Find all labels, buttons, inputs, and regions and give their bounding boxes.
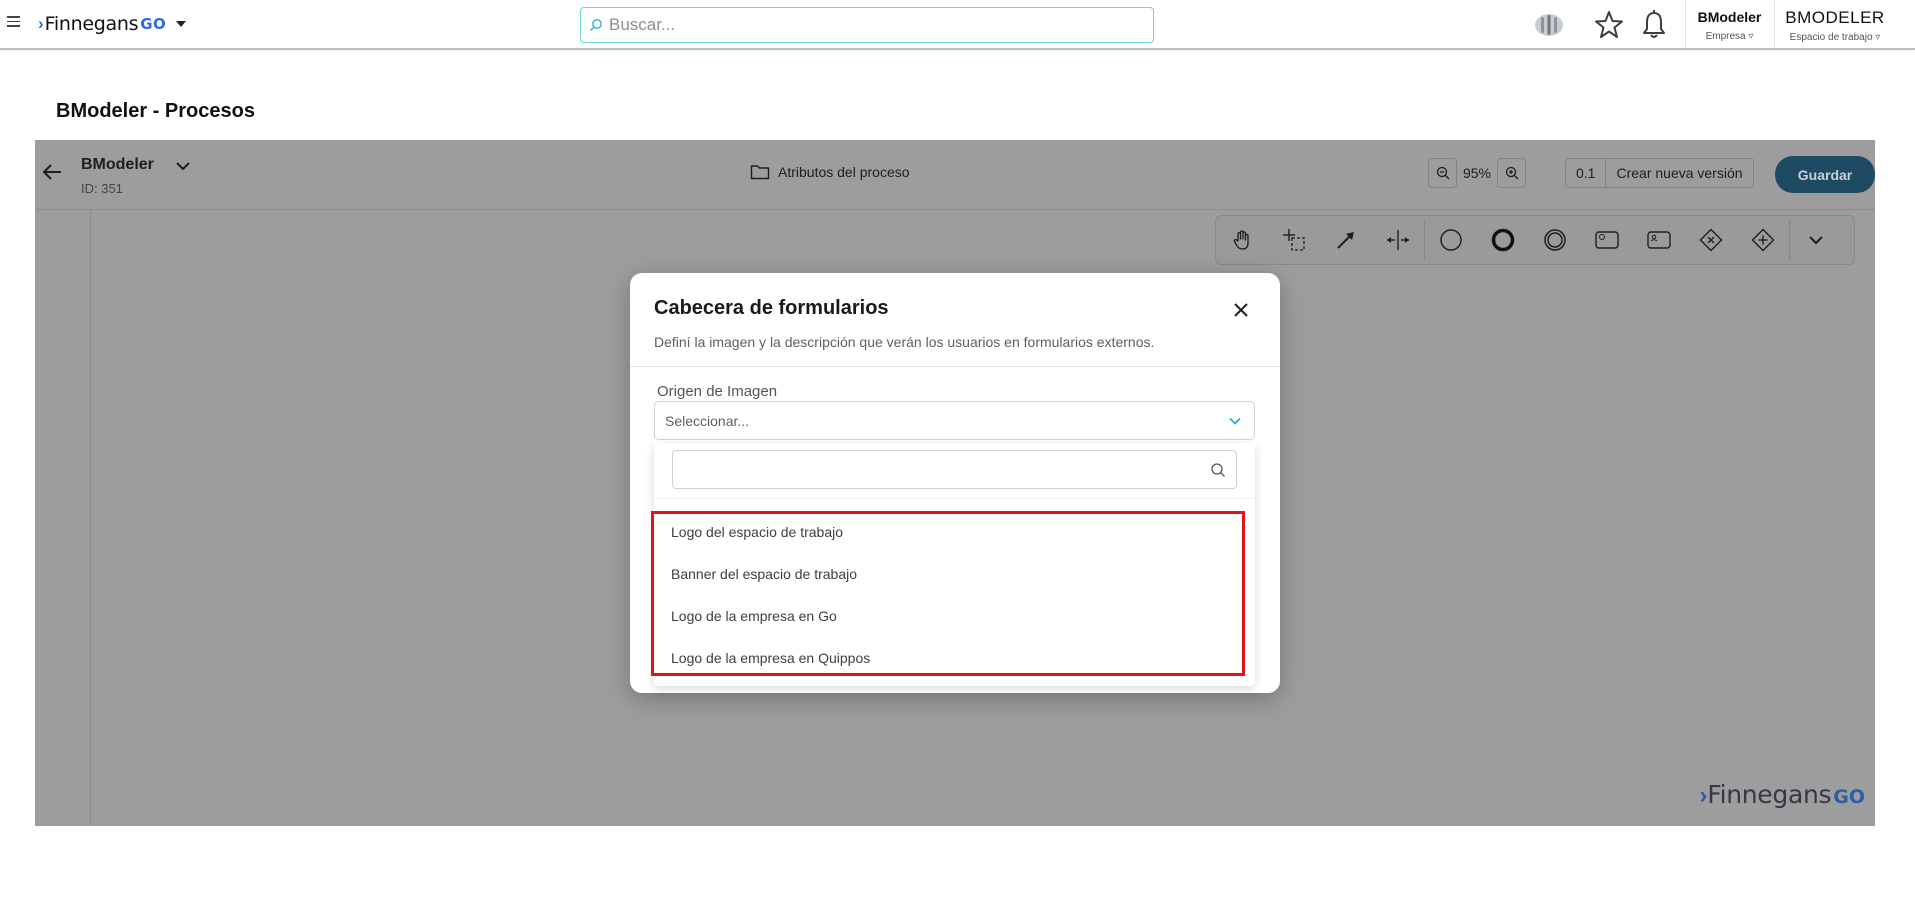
connect-arrow-icon[interactable]: [1320, 215, 1372, 265]
app-switcher-icon[interactable]: [1532, 8, 1566, 42]
image-source-select[interactable]: Seleccionar...: [654, 401, 1255, 440]
company-caret-icon: ▿: [1748, 31, 1754, 42]
watermark-chevron-icon: ›: [1699, 782, 1708, 809]
options-highlight-box: [651, 511, 1245, 676]
space-tool-icon[interactable]: [1372, 215, 1424, 265]
folder-icon: [750, 165, 770, 180]
zoom-out-button[interactable]: [1428, 158, 1457, 188]
modal-subtitle: Definí la imagen y la descripción que ve…: [654, 334, 1155, 350]
favorites-star-icon[interactable]: [1593, 8, 1625, 42]
modal-divider: [630, 366, 1280, 367]
back-arrow-icon[interactable]: [41, 162, 63, 182]
company-selector[interactable]: BModeler Empresa ▿: [1685, 0, 1773, 48]
canvas-left-rail: [90, 210, 91, 826]
hand-tool-icon[interactable]: [1216, 215, 1268, 265]
top-bar: › Finnegans GO Buscar... BModeler Empres…: [0, 0, 1915, 50]
notifications-bell-icon[interactable]: [1640, 8, 1668, 42]
workspace-selector[interactable]: BMODELER Espacio de trabajo ▿: [1774, 0, 1895, 48]
save-button[interactable]: Guardar: [1775, 156, 1875, 193]
search-icon: [1211, 463, 1225, 477]
dropdown-search-input[interactable]: [672, 450, 1237, 489]
brand-suffix: GO: [140, 15, 167, 33]
brand-logo[interactable]: › Finnegans GO: [38, 12, 187, 36]
company-name: BModeler: [1697, 9, 1762, 25]
image-source-select-value: Seleccionar...: [665, 412, 750, 429]
process-attributes-label: Atributos del proceso: [778, 164, 910, 180]
version-control[interactable]: 0.1 Crear nueva versión: [1565, 158, 1754, 188]
brand-menu-caret-icon[interactable]: [176, 21, 187, 27]
search-icon: [590, 19, 602, 31]
watermark-name: Finnegans: [1707, 780, 1832, 809]
workspace-label: Espacio de trabajo: [1789, 32, 1873, 43]
zoom-out-icon: [1436, 166, 1449, 180]
global-search-input[interactable]: Buscar...: [580, 7, 1154, 43]
modal-title: Cabecera de formularios: [654, 297, 889, 319]
zoom-level: 95%: [1462, 165, 1492, 181]
lasso-tool-icon[interactable]: [1268, 215, 1320, 265]
zoom-in-icon: [1505, 166, 1518, 180]
dropdown-divider: [654, 498, 1255, 499]
intermediate-event-icon[interactable]: [1529, 215, 1581, 265]
brand-name: Finnegans: [44, 13, 139, 35]
brand-chevron-icon: ›: [38, 14, 44, 33]
finnegans-watermark-logo: › Finnegans GO: [1699, 780, 1865, 810]
company-label: Empresa: [1705, 31, 1746, 42]
editor-header: BModeler ID: 351 Atributos del proceso 9…: [35, 140, 1875, 210]
process-id: ID: 351: [81, 181, 123, 196]
close-icon[interactable]: [1232, 301, 1250, 319]
expand-icon[interactable]: [1790, 215, 1842, 265]
page-title: BModeler - Procesos: [56, 100, 255, 122]
start-event-icon[interactable]: [1425, 215, 1477, 265]
new-version-button[interactable]: Crear nueva versión: [1606, 165, 1752, 181]
end-event-icon[interactable]: [1477, 215, 1529, 265]
watermark-suffix: GO: [1833, 786, 1865, 808]
exclusive-gateway-icon[interactable]: [1685, 215, 1737, 265]
parallel-gateway-icon[interactable]: [1737, 215, 1789, 265]
zoom-in-button[interactable]: [1497, 158, 1526, 188]
version-number: 0.1: [1566, 159, 1607, 187]
process-name: BModeler: [81, 156, 154, 173]
zoom-controls: 95%: [1428, 157, 1526, 189]
chevron-down-icon: [1229, 417, 1241, 425]
workspace-name: BMODELER: [1785, 8, 1885, 27]
process-attributes-button[interactable]: Atributos del proceso: [750, 164, 910, 180]
workspace-caret-icon: ▿: [1875, 32, 1881, 43]
hamburger-menu-icon[interactable]: [7, 16, 20, 30]
image-source-label: Origen de Imagen: [657, 383, 778, 400]
bpmn-tool-palette: [1215, 215, 1855, 265]
search-placeholder: Buscar...: [609, 15, 676, 34]
task-icon[interactable]: [1581, 215, 1633, 265]
user-task-icon[interactable]: [1633, 215, 1685, 265]
chevron-down-icon[interactable]: [173, 156, 193, 176]
